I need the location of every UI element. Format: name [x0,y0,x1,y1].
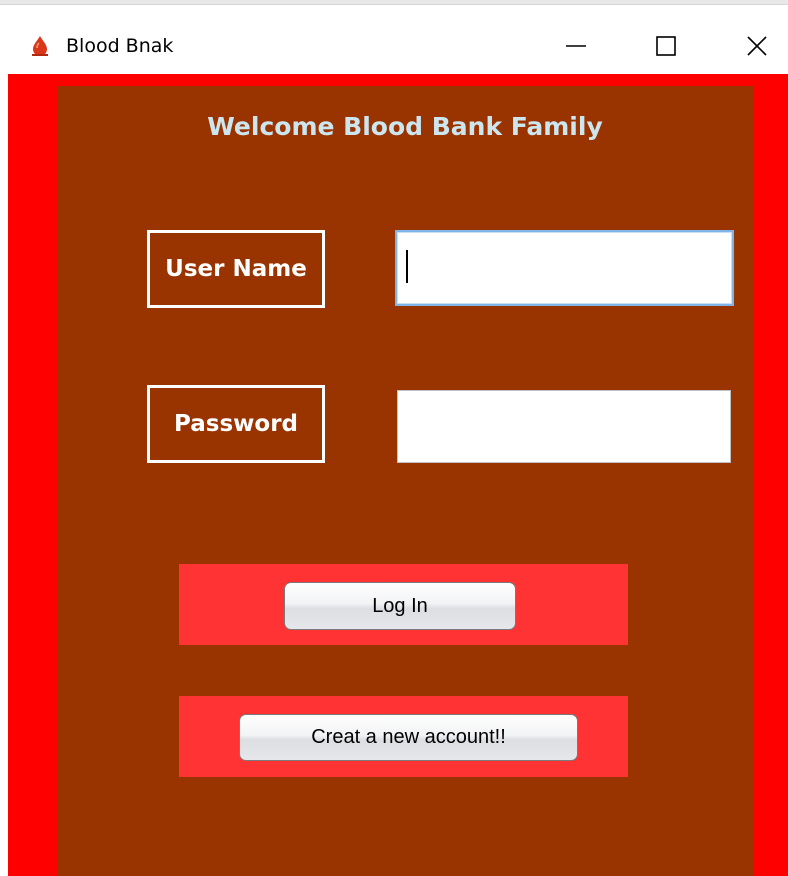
username-input[interactable] [395,230,734,306]
close-button[interactable] [734,27,780,67]
create-account-button[interactable]: Creat a new account!! [239,714,578,761]
maximize-button[interactable] [643,27,689,67]
close-icon [747,36,767,56]
title-bar[interactable]: Blood Bnak [0,5,788,74]
password-label: Password [147,385,325,463]
minimize-icon [566,45,586,47]
minimize-button[interactable] [553,27,599,67]
app-window: Blood Bnak Welcome Blood Bank Family Use… [0,0,788,876]
username-label: User Name [147,230,325,308]
welcome-heading: Welcome Blood Bank Family [207,112,603,141]
blood-drop-icon [31,35,49,57]
text-caret [406,250,408,283]
maximize-icon [656,36,676,56]
password-input[interactable] [397,390,731,463]
window-title: Blood Bnak [66,35,174,57]
login-button[interactable]: Log In [284,582,516,630]
